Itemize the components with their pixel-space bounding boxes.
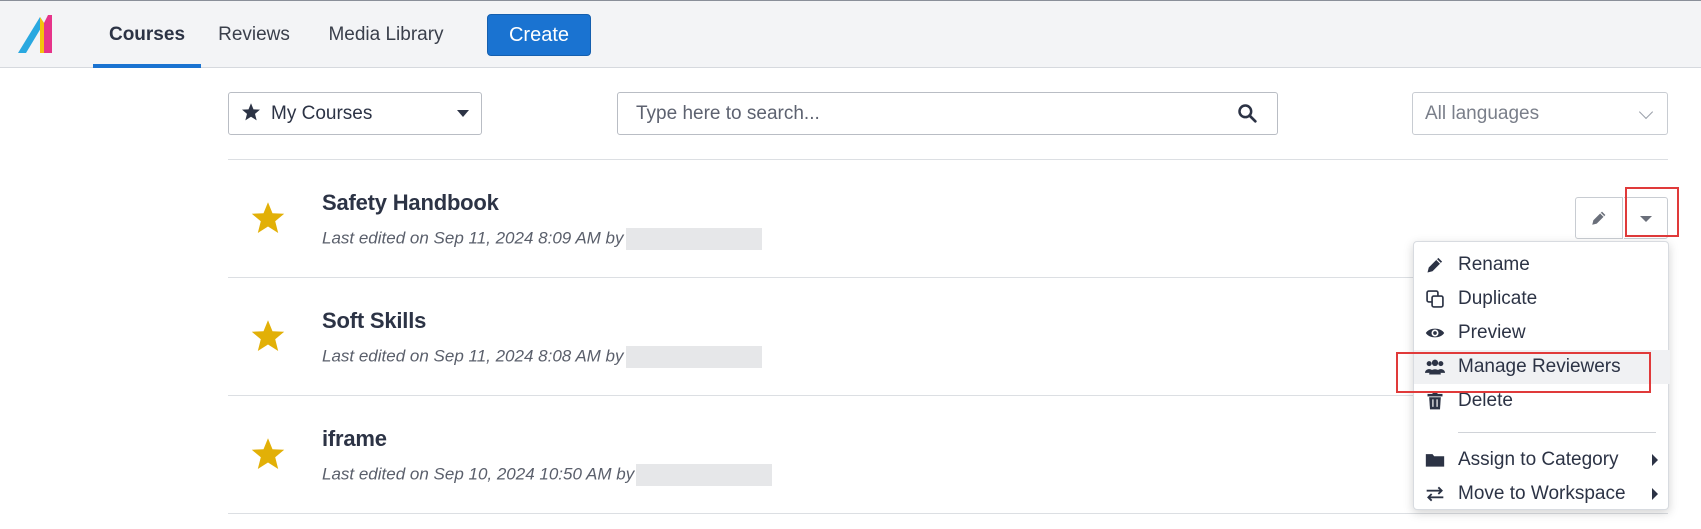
course-last-edited: Last edited on Sep 11, 2024 8:08 AM by [322, 346, 762, 368]
menu-item-move-to-workspace[interactable]: Move to Workspace [1414, 477, 1670, 511]
menu-item-label: Duplicate [1458, 288, 1538, 309]
course-scope-label: My Courses [271, 103, 373, 124]
course-scope-select[interactable]: My Courses [228, 92, 482, 135]
course-last-edited: Last edited on Sep 11, 2024 8:09 AM by [322, 228, 762, 250]
highlight-box [1625, 187, 1679, 237]
chevron-down-icon [1638, 104, 1654, 120]
caret-right-icon [1652, 454, 1658, 466]
star-icon [242, 103, 260, 121]
divider [228, 513, 1668, 514]
caret-right-icon [1652, 488, 1658, 500]
pencil-icon [1427, 257, 1443, 273]
create-button[interactable]: Create [487, 14, 591, 56]
menu-item-label: Move to Workspace [1458, 483, 1626, 504]
search-icon[interactable] [1237, 103, 1257, 123]
course-last-edited-text: Last edited on Sep 11, 2024 8:09 AM by [322, 228, 624, 248]
favorite-star-icon[interactable] [250, 436, 286, 472]
search-input[interactable] [618, 93, 1218, 134]
menu-item-rename[interactable]: Rename [1414, 248, 1670, 282]
menu-item-assign-to-category[interactable]: Assign to Category [1414, 443, 1670, 477]
favorite-star-icon[interactable] [250, 318, 286, 354]
course-title[interactable]: iframe [322, 426, 387, 452]
pencil-icon [1592, 211, 1606, 225]
tab-courses[interactable]: Courses [93, 1, 201, 68]
menu-separator [1458, 432, 1656, 433]
menu-item-duplicate[interactable]: Duplicate [1414, 282, 1670, 316]
top-navigation: Courses Reviews Media Library Create [0, 0, 1701, 68]
tab-reviews[interactable]: Reviews [213, 1, 295, 68]
caret-down-icon [457, 110, 469, 117]
course-last-edited: Last edited on Sep 10, 2024 10:50 AM by [322, 464, 773, 486]
highlight-box [1396, 352, 1651, 393]
favorite-star-icon[interactable] [250, 200, 286, 236]
edit-course-button[interactable] [1575, 197, 1623, 239]
eye-icon [1425, 328, 1445, 338]
menu-item-label: Preview [1458, 322, 1526, 343]
redacted-author [636, 464, 773, 486]
trash-icon [1427, 392, 1443, 410]
search-box [617, 92, 1278, 135]
redacted-author [625, 346, 762, 368]
language-select-label: All languages [1425, 103, 1540, 124]
menu-item-label: Rename [1458, 254, 1530, 275]
menu-item-preview[interactable]: Preview [1414, 316, 1670, 350]
duplicate-icon [1426, 290, 1444, 308]
course-title[interactable]: Soft Skills [322, 308, 426, 334]
course-last-edited-text: Last edited on Sep 10, 2024 10:50 AM by [322, 464, 635, 484]
course-last-edited-text: Last edited on Sep 11, 2024 8:08 AM by [322, 346, 624, 366]
swap-icon [1426, 486, 1444, 502]
redacted-author [625, 228, 762, 250]
tab-media-library[interactable]: Media Library [318, 1, 454, 68]
course-title[interactable]: Safety Handbook [322, 190, 499, 216]
language-select[interactable]: All languages [1412, 92, 1668, 135]
app-logo[interactable] [18, 13, 62, 57]
folder-icon [1425, 454, 1445, 467]
menu-item-label: Assign to Category [1458, 449, 1619, 470]
